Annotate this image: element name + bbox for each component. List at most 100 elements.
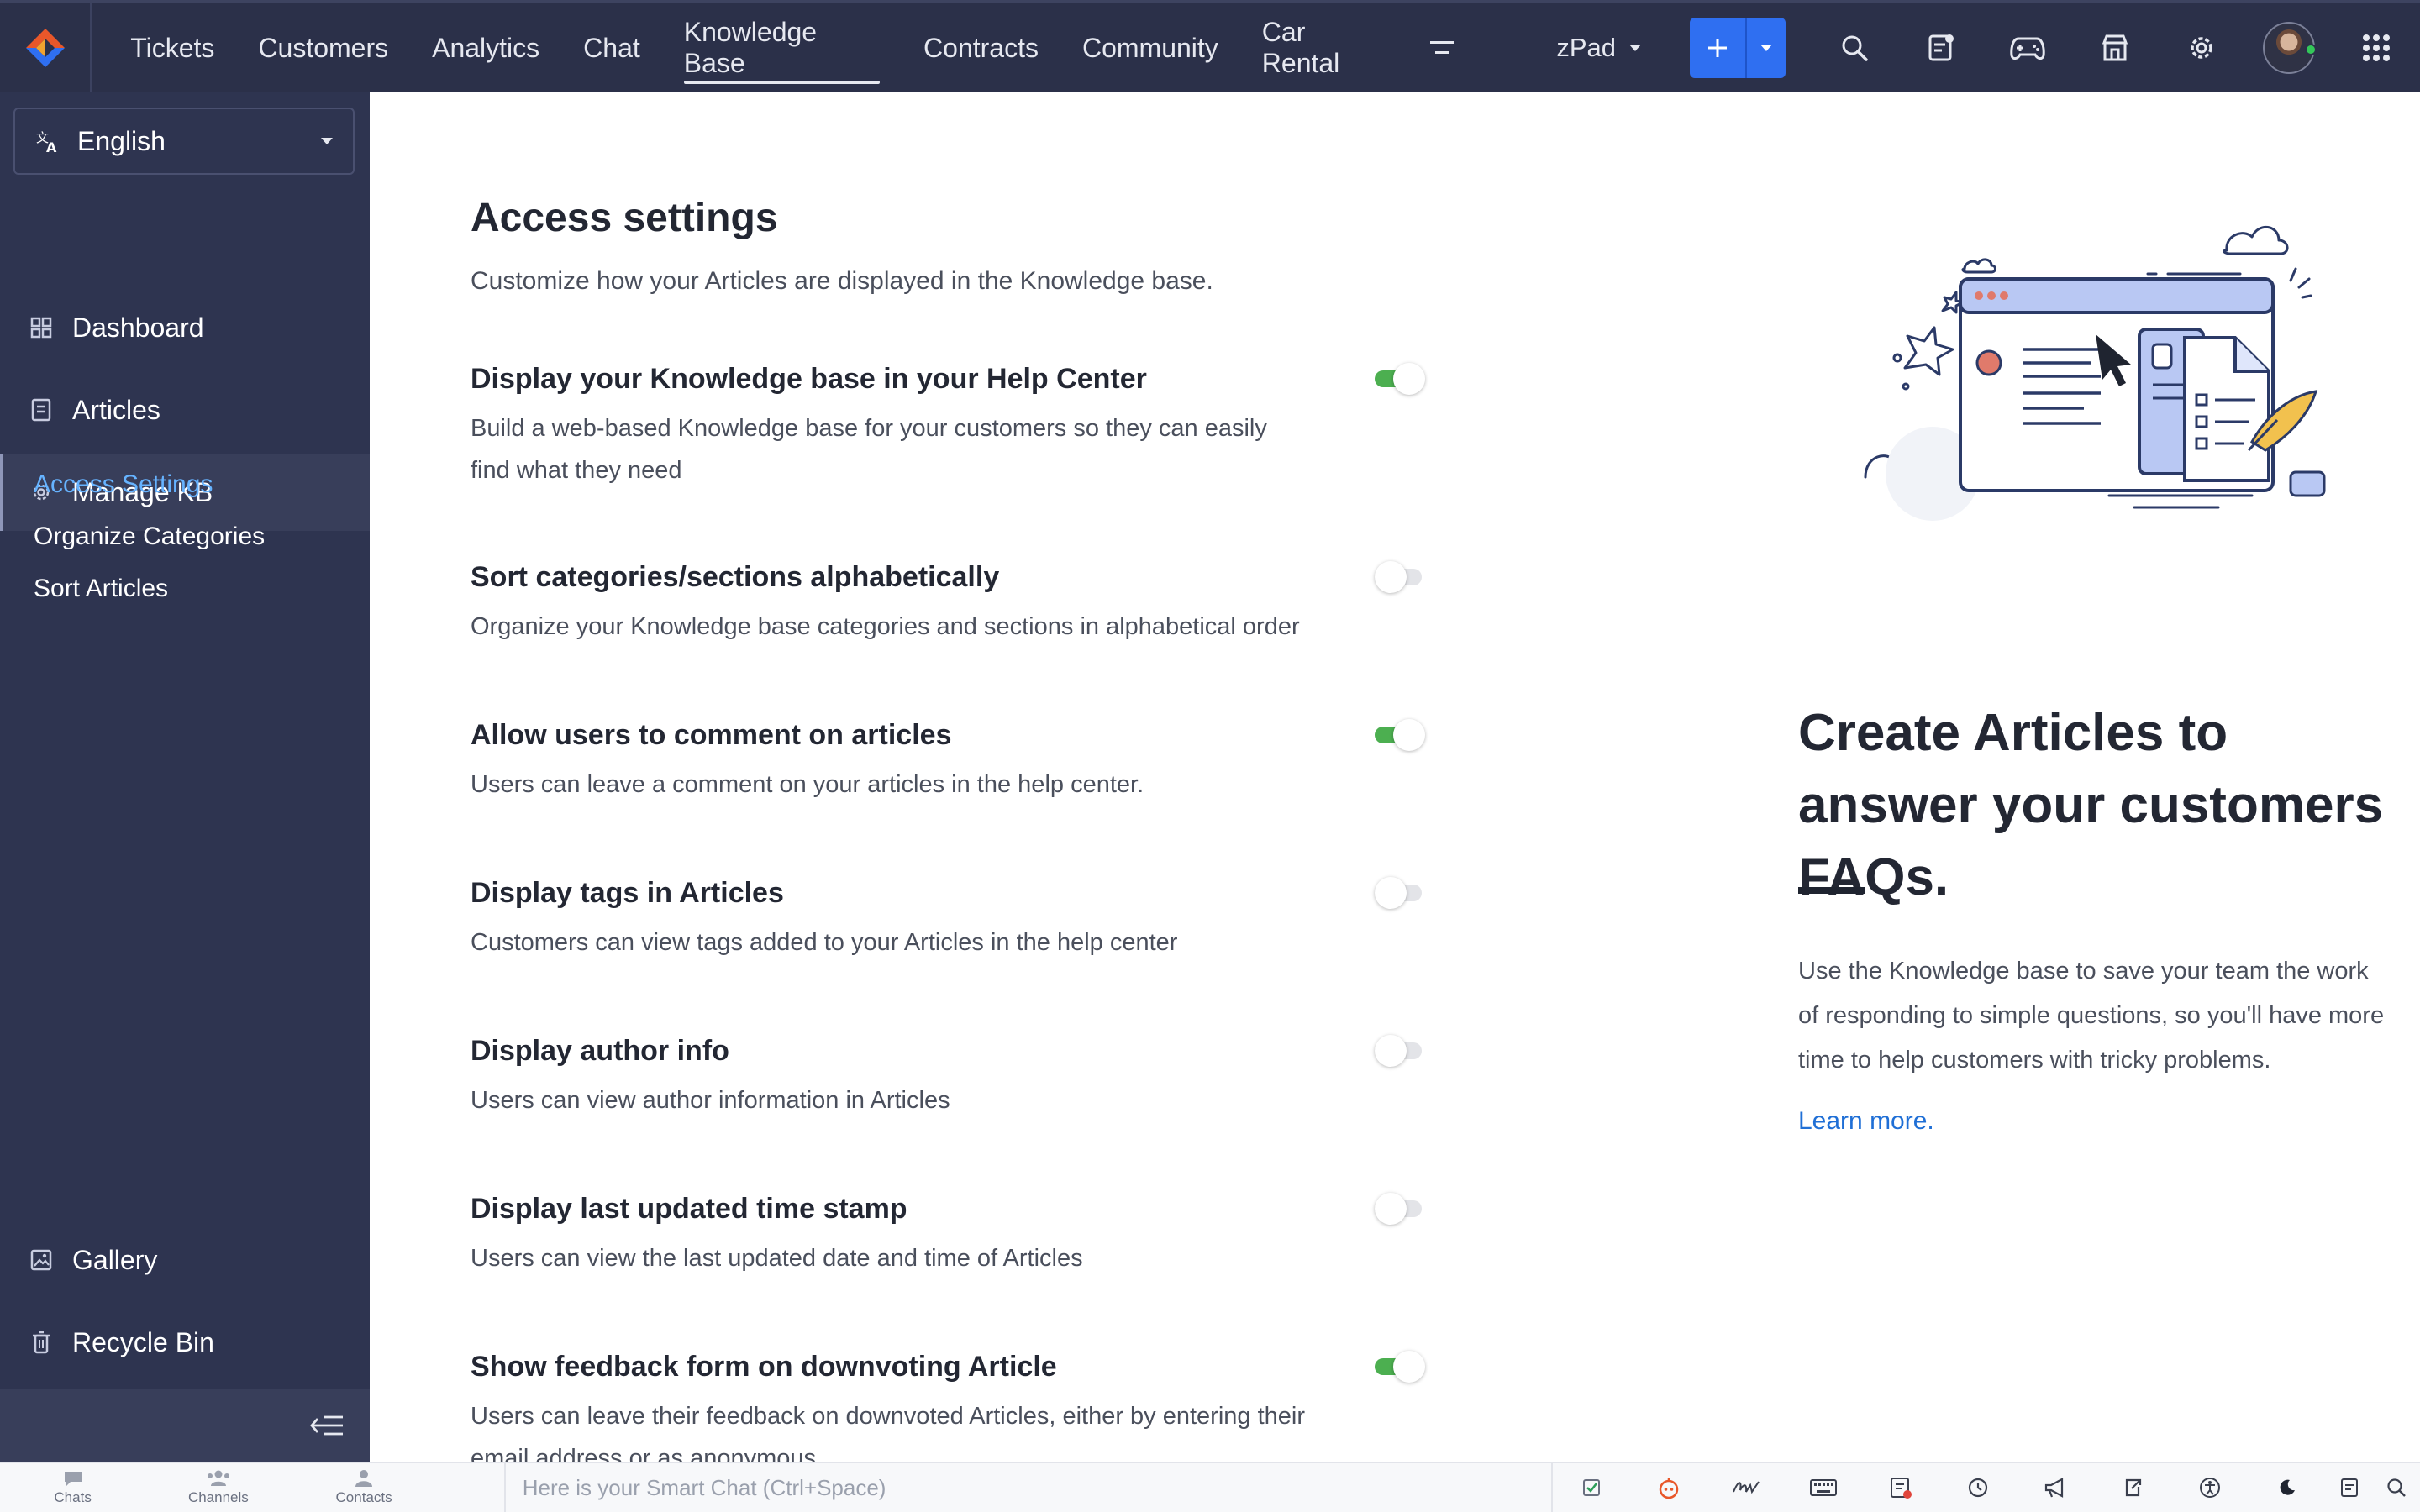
toggle-display-author-info[interactable] bbox=[1373, 1033, 1428, 1067]
setting-title: Sort categories/sections alphabetically bbox=[471, 561, 1000, 593]
tab-contracts[interactable]: Contracts bbox=[902, 3, 1060, 92]
app-logo[interactable] bbox=[0, 3, 92, 92]
notes-icon[interactable] bbox=[1897, 3, 1984, 92]
setting-allow-comments: Allow users to comment on articles Users… bbox=[471, 719, 1311, 806]
kb-sidebar: 文 A English Dashboard Articles Manage KB… bbox=[0, 92, 370, 1462]
translate-icon: 文 A bbox=[36, 130, 57, 154]
keyboard-icon[interactable] bbox=[1785, 1462, 1862, 1512]
setting-sort-alphabetically: Sort categories/sections alphabetically … bbox=[471, 561, 1311, 648]
bottom-tab-label: Contacts bbox=[335, 1489, 392, 1505]
more-tabs-icon[interactable] bbox=[1408, 3, 1476, 92]
setting-title: Display your Knowledge base in your Help… bbox=[471, 363, 1147, 395]
setting-description: Users can view author information in Art… bbox=[471, 1087, 950, 1114]
toggle-knob bbox=[1393, 363, 1425, 395]
sidebar-item-articles[interactable]: Articles bbox=[0, 371, 370, 449]
accessibility-icon[interactable] bbox=[2171, 1462, 2249, 1512]
sidebar-item-recycle-bin[interactable]: Recycle Bin bbox=[0, 1304, 370, 1381]
signature-icon[interactable] bbox=[1707, 1462, 1785, 1512]
tab-knowledge-base[interactable]: Knowledge Base bbox=[662, 3, 902, 92]
dark-mode-icon[interactable] bbox=[2249, 1462, 2326, 1512]
tab-community[interactable]: Community bbox=[1060, 3, 1240, 92]
article-icon bbox=[31, 398, 51, 422]
bottom-tab-contacts[interactable]: Contacts bbox=[291, 1462, 436, 1512]
language-select[interactable]: 文 A English bbox=[13, 108, 355, 175]
setting-description: Customers can view tags added to your Ar… bbox=[471, 929, 1178, 956]
chevron-down-icon bbox=[321, 138, 333, 144]
sidebar-item-dashboard[interactable]: Dashboard bbox=[0, 289, 370, 366]
subnav-organize-categories[interactable]: Organize Categories bbox=[34, 522, 265, 551]
users-icon bbox=[207, 1470, 229, 1486]
gear-icon[interactable] bbox=[2158, 3, 2244, 92]
app-grid-icon[interactable] bbox=[2333, 3, 2420, 92]
store-icon[interactable] bbox=[2071, 3, 2158, 92]
megaphone-icon[interactable] bbox=[2017, 1462, 2094, 1512]
setting-title: Allow users to comment on articles bbox=[471, 719, 952, 751]
sidebar-item-label: Dashboard bbox=[72, 312, 204, 343]
department-name: zPad bbox=[1556, 33, 1617, 62]
toggle-sort-alphabetically[interactable] bbox=[1373, 559, 1428, 593]
page-subtitle: Customize how your Articles are displaye… bbox=[471, 267, 1213, 295]
bottom-tab-label: Channels bbox=[187, 1489, 249, 1505]
add-dropdown-button[interactable] bbox=[1745, 18, 1786, 78]
sidebar-item-gallery[interactable]: Gallery bbox=[0, 1221, 370, 1299]
online-status-dot bbox=[2304, 44, 2317, 55]
subnav-access-settings[interactable]: Access Settings bbox=[34, 470, 213, 499]
trash-icon bbox=[33, 1331, 50, 1354]
setting-display-author-info: Display author info Users can view autho… bbox=[471, 1035, 1311, 1121]
toggle-allow-comments[interactable] bbox=[1373, 717, 1428, 751]
tab-customers[interactable]: Customers bbox=[236, 3, 410, 92]
svg-text:A: A bbox=[46, 139, 57, 154]
tab-tickets[interactable]: Tickets bbox=[108, 3, 236, 92]
dashboard-icon bbox=[30, 317, 52, 339]
language-value: English bbox=[77, 125, 166, 156]
clock-icon[interactable] bbox=[1939, 1462, 2017, 1512]
bottom-tab-chats[interactable]: Chats bbox=[0, 1462, 145, 1512]
setting-title: Show feedback form on downvoting Article bbox=[471, 1351, 1057, 1383]
toggle-knob bbox=[1375, 1035, 1407, 1067]
bottom-tab-channels[interactable]: Channels bbox=[145, 1462, 291, 1512]
bottom-tools bbox=[1551, 1462, 2420, 1512]
department-switcher[interactable]: zPad bbox=[1556, 33, 1642, 63]
bot-icon[interactable] bbox=[1630, 1462, 1707, 1512]
logo-icon bbox=[25, 29, 65, 67]
tab-car-rental[interactable]: Car Rental bbox=[1240, 3, 1409, 92]
chevron-down-icon bbox=[1760, 45, 1773, 51]
learn-more-link[interactable]: Learn more. bbox=[1798, 1107, 1934, 1136]
export-icon[interactable] bbox=[2094, 1462, 2171, 1512]
new-item-button-group bbox=[1690, 18, 1786, 78]
subnav-sort-articles[interactable]: Sort Articles bbox=[34, 575, 168, 603]
sidebar-item-label: Gallery bbox=[72, 1244, 158, 1275]
collapse-sidebar-button[interactable] bbox=[0, 1389, 370, 1462]
promo-title: Create Articles to answer your customers… bbox=[1798, 704, 2384, 906]
tab-analytics[interactable]: Analytics bbox=[410, 3, 561, 92]
collapse-icon bbox=[310, 1415, 343, 1436]
toggle-feedback-form-on-downvote[interactable] bbox=[1373, 1349, 1428, 1383]
access-settings-page: Access settings Customize how your Artic… bbox=[370, 92, 2420, 1462]
setting-description: Build a web-based Knowledge base for you… bbox=[471, 415, 1267, 484]
toggle-knob bbox=[1393, 1351, 1425, 1383]
kb-illustration bbox=[1864, 226, 2326, 521]
task-list-icon[interactable] bbox=[1862, 1462, 1939, 1512]
add-button[interactable] bbox=[1690, 18, 1746, 78]
checkbox-icon[interactable] bbox=[1553, 1462, 1630, 1512]
setting-description: Users can leave a comment on your articl… bbox=[471, 771, 1144, 798]
chat-bubble-icon bbox=[64, 1472, 82, 1486]
toggle-knob bbox=[1375, 1193, 1407, 1225]
tab-chat[interactable]: Chat bbox=[561, 3, 662, 92]
chevron-down-icon bbox=[1629, 45, 1642, 51]
smart-chat-input[interactable]: Here is your Smart Chat (Ctrl+Space) bbox=[503, 1462, 1551, 1512]
gamepad-icon[interactable] bbox=[1985, 3, 2071, 92]
promo-divider bbox=[1798, 887, 1865, 894]
setting-title: Display author info bbox=[471, 1035, 729, 1067]
bottom-bar: Chats Channels Contacts Here is your Sma… bbox=[0, 1462, 2420, 1512]
module-tabs: Tickets Customers Analytics Chat Knowled… bbox=[108, 3, 1476, 92]
toggle-display-kb-in-help-center[interactable] bbox=[1373, 361, 1428, 395]
setting-description: Users can view the last updated date and… bbox=[471, 1245, 1083, 1272]
search-icon[interactable] bbox=[2373, 1462, 2420, 1512]
sidebar-item-label: Recycle Bin bbox=[72, 1326, 214, 1357]
toggle-display-last-updated[interactable] bbox=[1373, 1191, 1428, 1225]
toggle-display-tags[interactable] bbox=[1373, 875, 1428, 909]
notes-panel-icon[interactable] bbox=[2326, 1462, 2373, 1512]
search-icon[interactable] bbox=[1811, 3, 1897, 92]
user-profile[interactable] bbox=[2244, 22, 2333, 74]
